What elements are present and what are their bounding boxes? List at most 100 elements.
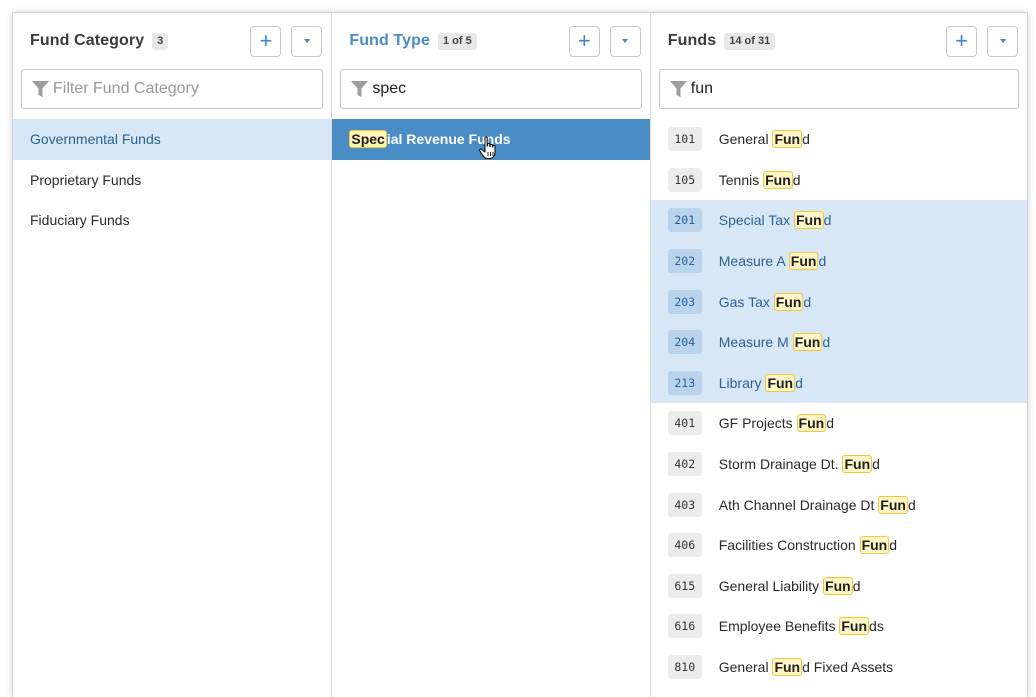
fund-code-badge: 401 — [667, 411, 702, 436]
fund-name-prefix: GF Projects — [718, 415, 797, 432]
fund-category-count-badge: 3 — [152, 32, 169, 50]
funds-menu-button[interactable] — [987, 25, 1018, 57]
fund-type-header: Fund Type 1 of 5 + — [332, 13, 649, 69]
fund-type-title: Fund Type — [349, 32, 430, 49]
fund-name-suffix: d Fixed Assets — [802, 659, 894, 676]
caret-down-icon — [622, 39, 629, 43]
fund-code-badge: 101 — [667, 127, 702, 152]
fund-category-label: Governmental Funds — [30, 131, 161, 148]
search-match-highlight: Fun — [772, 130, 803, 149]
fund-category-header: Fund Category 3 + — [13, 13, 331, 69]
fund-code-badge: 201 — [667, 208, 702, 233]
funds-header: Funds 14 of 31 + — [651, 13, 1027, 69]
fund-code-badge: 204 — [667, 330, 702, 355]
fund-row[interactable]: 201 Special Tax Fun d — [650, 200, 1027, 241]
fund-name-suffix: d — [818, 253, 827, 270]
fund-row[interactable]: 406 Facilities Construction Fun d — [651, 525, 1027, 566]
fund-category-column: Fund Category 3 + Governmental Funds Pro… — [13, 13, 333, 697]
search-match-highlight: Fun — [763, 170, 793, 189]
fund-name-prefix: General — [718, 131, 773, 148]
search-match-highlight: Fun — [765, 373, 796, 392]
fund-type-list: Spec ial Revenue Funds — [332, 119, 650, 160]
fund-name-suffix: d — [826, 415, 834, 432]
fund-type-label: ial Revenue Funds — [386, 131, 511, 148]
funds-filter[interactable] — [658, 69, 1019, 109]
search-match-highlight: Fun — [793, 211, 824, 230]
fund-row[interactable]: 203 Gas Tax Fun d — [650, 281, 1027, 322]
search-match-highlight: Fun — [839, 617, 870, 636]
add-fund-type-button[interactable]: + — [568, 25, 600, 57]
fund-name-prefix: Ath Channel Drainage Dt — [718, 496, 879, 513]
fund-row[interactable]: 810 General Fun d Fixed Assets — [651, 647, 1027, 688]
funds-filter-input[interactable] — [690, 70, 1018, 108]
fund-category-item[interactable]: Governmental Funds — [13, 119, 332, 160]
fund-category-menu-button[interactable] — [291, 25, 323, 57]
funds-count-badge: 14 of 31 — [724, 32, 776, 50]
fund-row[interactable]: 615 General Liability Fun d — [651, 566, 1027, 607]
search-match-highlight: Fun — [792, 333, 823, 352]
fund-type-column: Fund Type 1 of 5 + Special Revenue Funds — [332, 13, 651, 697]
fund-name-prefix: Employee Benefits — [718, 618, 840, 635]
fund-code-badge: 403 — [667, 492, 702, 517]
search-match-highlight: Fun — [796, 414, 827, 433]
fund-category-filter[interactable] — [21, 69, 324, 109]
funnel-icon — [32, 81, 49, 97]
fund-name-prefix: General Liability — [718, 577, 824, 594]
funds-column: Funds 14 of 31 + 101General Fund105Tenni… — [650, 13, 1027, 697]
search-match-highlight: Fun — [823, 576, 853, 595]
fund-row[interactable]: 213 Library Fun d — [650, 362, 1027, 404]
add-fund-category-button[interactable]: + — [250, 25, 282, 57]
fund-type-item[interactable]: Spec ial Revenue Funds — [332, 119, 650, 160]
search-match-highlight: Fun — [842, 455, 873, 474]
fund-name-suffix: d — [795, 374, 803, 391]
fund-name-suffix: d — [889, 537, 898, 554]
fund-type-filter-input[interactable] — [372, 70, 641, 108]
fund-name-prefix: Measure A — [718, 253, 789, 270]
fund-row[interactable]: 204 Measure M Fun d — [650, 321, 1027, 363]
fund-code-badge: 203 — [667, 289, 702, 314]
fund-name-prefix: Storm Drainage Dt. — [718, 456, 843, 473]
search-match-highlight: Fun — [878, 495, 908, 514]
fund-row[interactable]: 401 GF Projects Fun d — [651, 403, 1027, 444]
fund-row[interactable]: 105 Tennis Fun d — [651, 160, 1027, 201]
funnel-icon — [669, 81, 687, 97]
fund-name-prefix: Measure M — [718, 334, 793, 351]
add-fund-button[interactable]: + — [946, 25, 977, 57]
fund-row[interactable]: 101 General Fun d — [651, 119, 1027, 160]
fund-name-prefix: Facilities Construction — [718, 537, 860, 554]
fund-category-filter-input[interactable] — [53, 70, 323, 108]
search-match-highlight: Spec — [349, 130, 387, 149]
fund-row[interactable]: 403 Ath Channel Drainage Dt Fun d — [651, 484, 1027, 525]
fund-name-suffix: d — [823, 212, 832, 229]
plus-icon: + — [259, 28, 273, 53]
fund-name-prefix: Tennis — [718, 171, 764, 188]
fund-category-list: Governmental Funds Proprietary Funds Fid… — [13, 119, 332, 241]
funds-title: Funds — [667, 32, 717, 49]
fund-type-count-badge: 1 of 5 — [437, 32, 477, 50]
funnel-icon — [351, 81, 369, 97]
fund-name-prefix: Special Tax — [718, 212, 794, 229]
fund-name-prefix: Library — [718, 374, 766, 391]
fund-row[interactable]: 202 Measure A Fun d — [650, 240, 1027, 282]
fund-type-menu-button[interactable] — [609, 25, 641, 57]
fund-code-badge: 105 — [667, 167, 702, 192]
fund-row[interactable]: 616 Employee Benefits Fun ds — [651, 606, 1027, 647]
plus-icon: + — [577, 28, 591, 53]
fund-name-suffix: d — [872, 456, 880, 473]
fund-category-item[interactable]: Fiduciary Funds — [13, 200, 331, 241]
fund-category-label: Fiduciary Funds — [30, 212, 130, 229]
funds-list: 101 General Fun d 105 Tennis Fun d 201 Special … — [650, 119, 1027, 688]
fund-name-prefix: General — [718, 659, 773, 676]
fund-category-title: Fund Category — [30, 32, 145, 49]
search-match-highlight: Fun — [772, 658, 803, 677]
fund-code-badge: 616 — [667, 614, 702, 639]
fund-code-badge: 402 — [667, 452, 702, 477]
fund-category-item[interactable]: Proprietary Funds — [13, 160, 331, 201]
fund-type-filter[interactable] — [340, 69, 642, 109]
fund-browser: Fund Category 3 + Governmental Funds Pro… — [12, 12, 1028, 697]
fund-row[interactable]: 402 Storm Drainage Dt. Fun d — [651, 444, 1027, 485]
fund-name-suffix: d — [852, 577, 861, 594]
fund-name-suffix: d — [802, 131, 810, 148]
search-match-highlight: Fun — [859, 536, 890, 555]
fund-name-suffix: d — [803, 293, 812, 310]
